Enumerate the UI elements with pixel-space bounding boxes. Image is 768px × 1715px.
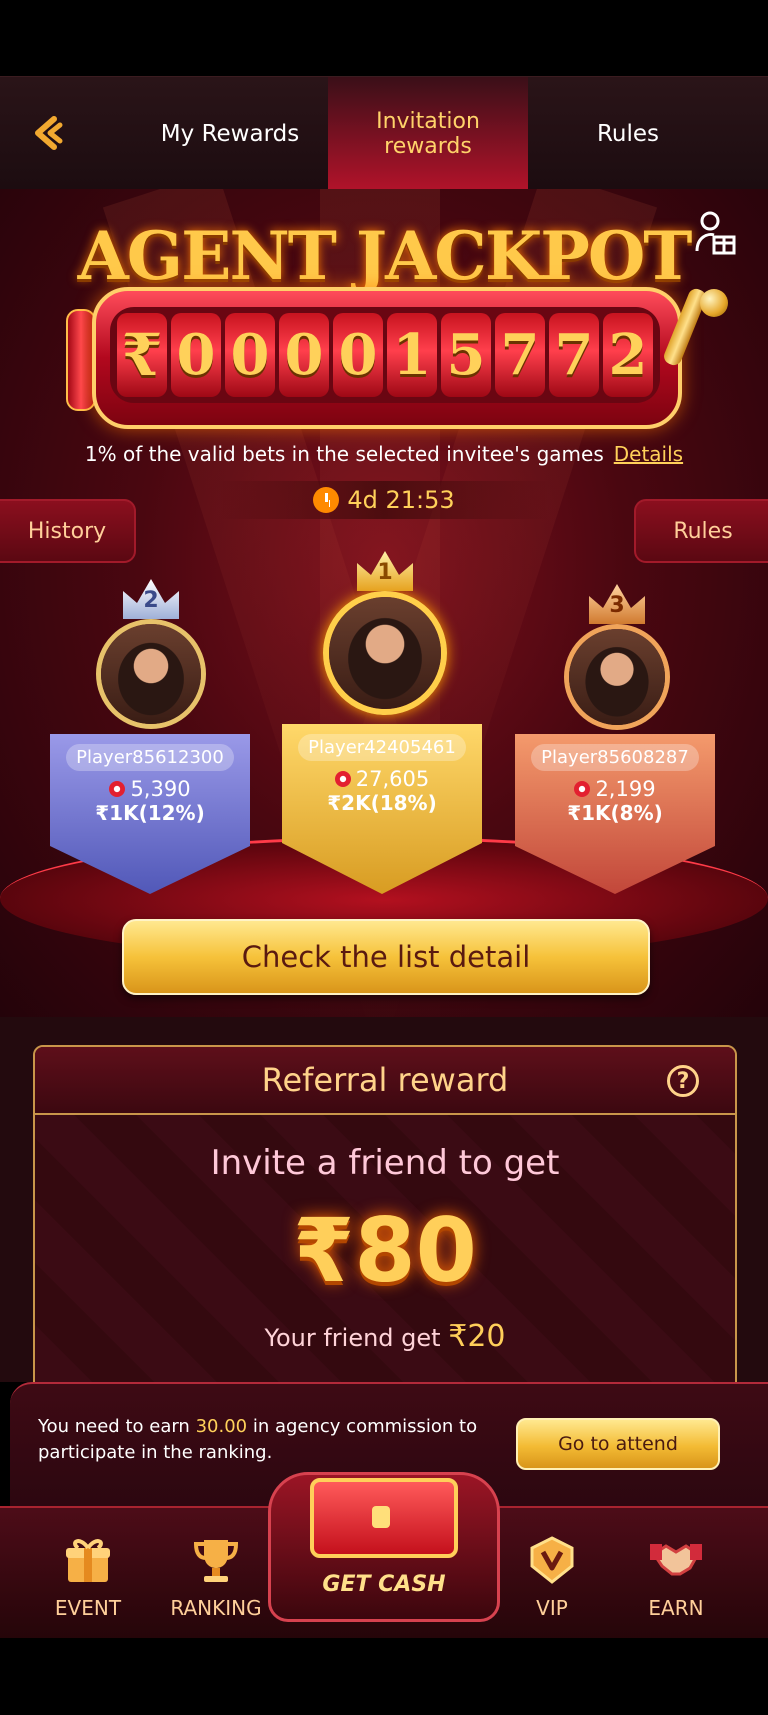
jackpot-description: 1% of the valid bets in the selected inv… [0,442,768,466]
referral-amount: ₹80 [293,1199,477,1302]
commission-value: 30.00 [195,1416,248,1437]
referral-title: Referral reward [261,1061,509,1099]
referral-header: Referral reward [35,1047,735,1115]
player-name: Player85608287 [531,744,699,771]
alarm-clock-icon [313,487,340,513]
player-score: 5,390 [109,777,191,801]
referral-section: Referral reward ? Invite a friend to get… [0,1017,768,1389]
go-to-attend-button[interactable]: Go to attend [516,1418,720,1470]
jackpot-digit: 5 [441,313,491,397]
player-score-value: 2,199 [595,777,656,801]
jackpot-digit: 0 [333,313,383,397]
player-prize: ₹1K(12%) [95,801,205,825]
nav-event[interactable]: EVENT [28,1508,148,1638]
friend-reward-amount: ₹20 [448,1319,506,1354]
rank-number: 3 [609,593,625,618]
chip-icon [334,771,351,787]
top-navigation-bar: My Rewards Invitation rewards Rules [0,76,768,191]
silver-crown-icon: 2 [123,579,179,619]
question-circle-icon[interactable]: ? [667,1065,699,1097]
invite-text: Invite a friend to get [210,1143,560,1183]
nav-ranking-label: RANKING [170,1596,262,1620]
rank-number: 1 [377,560,393,585]
rank-1-avatar-group: 1 [305,551,465,721]
rank-2-avatar-group: 2 [76,579,226,729]
jackpot-digit: 2 [603,313,653,397]
friend-reward-label: Your friend get [264,1324,441,1352]
nav-vip[interactable]: VIP [492,1508,612,1638]
player-score-value: 27,605 [355,767,430,791]
player-score: 2,199 [574,777,656,801]
check-list-detail-button[interactable]: Check the list detail [122,919,650,995]
player-score: 27,605 [334,767,430,791]
jackpot-digit: 0 [279,313,329,397]
jackpot-digit: 7 [495,313,545,397]
nav-vip-label: VIP [536,1596,568,1620]
player-name: Player85612300 [66,744,234,771]
referral-card: Referral reward ? Invite a friend to get… [33,1045,737,1389]
nav-event-label: EVENT [54,1596,122,1620]
tab-rules[interactable]: Rules [528,77,728,190]
details-link[interactable]: Details [614,442,683,466]
agent-jackpot-section: AGENT JACKPOT ₹ 0 0 0 0 1 5 7 7 2 1% of … [0,189,768,1017]
friend-reward: Your friend get ₹20 [35,1319,735,1354]
nav-get-cash[interactable]: GET CASH [268,1472,500,1622]
jackpot-title: AGENT JACKPOT [77,217,693,295]
player-prize: ₹1K(8%) [567,801,663,825]
gift-box-icon [66,1539,110,1582]
jackpot-digits: ₹ 0 0 0 0 1 5 7 7 2 [110,307,660,403]
jackpot-digit: 0 [171,313,221,397]
nav-earn-label: EARN [648,1596,704,1620]
handshake-icon [650,1544,702,1576]
jackpot-counter: ₹ 0 0 0 0 1 5 7 7 2 [92,287,682,429]
countdown-timer: 4d 21:53 [216,481,552,519]
back-arrow-icon[interactable] [28,111,72,155]
tab-my-rewards[interactable]: My Rewards [130,77,330,190]
nav-get-cash-label: GET CASH [322,1572,446,1597]
player-prize: ₹2K(18%) [327,791,437,815]
chip-icon [109,781,126,797]
nav-earn[interactable]: EARN [616,1508,736,1638]
jackpot-digit: 7 [549,313,599,397]
vip-shield-icon [530,1536,574,1584]
trophy-icon [193,1540,239,1582]
commission-text: You need to earn 30.00 in agency commiss… [38,1414,478,1466]
rank-number: 2 [143,588,159,613]
avatar[interactable] [96,619,206,729]
nav-ranking[interactable]: RANKING [156,1508,276,1638]
person-gift-icon[interactable] [694,209,738,257]
history-button[interactable]: History [0,499,136,563]
avatar[interactable] [323,591,447,715]
jackpot-currency: ₹ [117,313,167,397]
countdown-value: 4d 21:53 [347,486,455,514]
rank-3-avatar-group: 3 [542,584,692,734]
tab-invitation-rewards-label: Invitation rewards [376,108,480,159]
player-score-value: 5,390 [130,777,191,801]
chip-icon [574,781,591,797]
rules-button[interactable]: Rules [634,499,768,563]
bronze-crown-icon: 3 [589,584,645,624]
tab-invitation-rewards[interactable]: Invitation rewards [328,77,528,190]
jackpot-digit: 0 [225,313,275,397]
player-name: Player42405461 [298,734,466,761]
slot-lever-knob [700,289,728,317]
gold-crown-icon: 1 [357,551,413,591]
jackpot-digit: 1 [387,313,437,397]
treasure-chest-icon [310,1478,458,1558]
commission-text-before: You need to earn [38,1416,190,1437]
avatar[interactable] [564,624,670,730]
jackpot-description-text: 1% of the valid bets in the selected inv… [84,442,604,466]
